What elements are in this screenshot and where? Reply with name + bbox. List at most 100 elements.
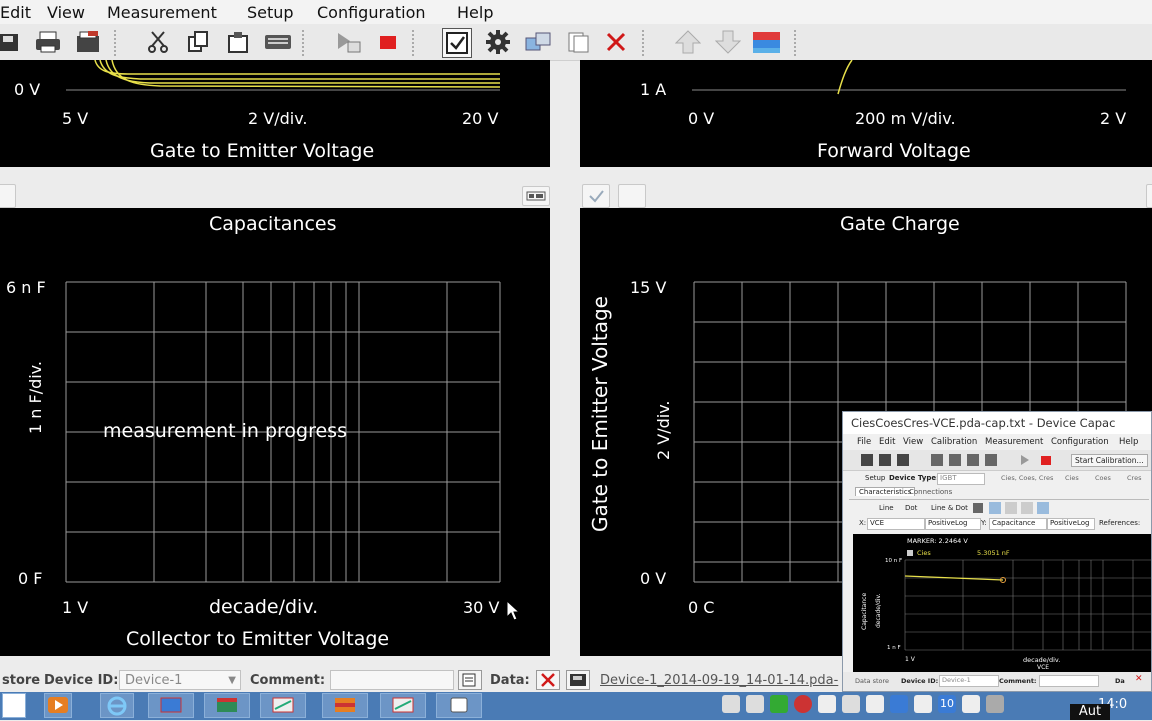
forward-y-tick: 1 A (640, 80, 667, 99)
gear-icon[interactable] (484, 28, 512, 56)
keyboard-icon[interactable] (264, 28, 292, 56)
capacitances-title: Capacitances (209, 213, 337, 235)
forward-x-scale: 200 m V/div. (855, 109, 956, 128)
tray-icon[interactable] (986, 695, 1004, 713)
tray-icon[interactable] (962, 695, 980, 713)
toolbar-grip[interactable] (302, 30, 312, 56)
document-icon[interactable] (564, 28, 592, 56)
cut-icon[interactable] (144, 28, 172, 56)
preview-y-scale: PositiveLog (1047, 518, 1095, 530)
menu-edit[interactable]: Edit (0, 3, 31, 22)
data-store-label: store (2, 673, 41, 688)
tray-icon[interactable] (890, 695, 908, 713)
panel-button[interactable] (0, 184, 16, 208)
save-data-icon[interactable] (566, 670, 590, 690)
toolbar-grip[interactable] (114, 30, 124, 56)
preview-statusbar: Data store Device ID: Device-1 Comment: … (843, 672, 1151, 691)
paste-icon[interactable] (224, 28, 252, 56)
forward-x-start: 0 V (688, 109, 715, 128)
capacitances-x-title: Collector to Emitter Voltage (126, 628, 390, 650)
panel-options-icon[interactable] (522, 186, 550, 206)
preview-device-type-value: IGBT (937, 473, 985, 485)
preview-setup-option-3: Coes (1095, 474, 1111, 482)
preview-chart: MARKER: 2.2464 V Cies 5.3051 nF 10 n F 1… (853, 534, 1151, 672)
checkbox-toggle-icon[interactable] (442, 28, 472, 58)
tray-icon[interactable] (770, 695, 788, 713)
preview-toolbar-icons (861, 454, 1029, 466)
tray-icon[interactable] (746, 695, 764, 713)
capacitances-x-scale: decade/div. (209, 596, 319, 618)
capacitances-y-bottom: 0 F (18, 569, 43, 588)
compare-icon[interactable] (524, 28, 552, 56)
gate-emitter-x-title: Gate to Emitter Voltage (150, 140, 375, 162)
toolbar-grip[interactable] (794, 30, 804, 56)
tray-icon[interactable] (818, 695, 836, 713)
media-player-icon[interactable] (44, 693, 72, 718)
tray-icon[interactable] (842, 695, 860, 713)
preview-menu-help: Help (1119, 437, 1139, 447)
preview-status-store: Data store (855, 677, 890, 685)
menu-configuration[interactable]: Configuration (317, 3, 426, 22)
run-icon[interactable] (334, 28, 362, 56)
preview-line-option-3: Line & Dot (931, 504, 968, 512)
measurement-progress-message: measurement in progress (103, 420, 347, 442)
taskbar-app-3[interactable] (260, 693, 306, 718)
capacitances-y-top: 6 n F (6, 278, 46, 297)
preview-start-calibration: Start Calibration... (1071, 454, 1148, 467)
preview-setup-row: Setup Device Type: IGBT Cies, Coes, Cres… (843, 472, 1151, 486)
clear-data-icon[interactable] (536, 670, 560, 690)
tray-icon[interactable] (914, 695, 932, 713)
data-file-link[interactable]: Device-1_2014-09-19_14-01-14.pda- (600, 673, 838, 688)
preview-device-type-label: Device Type: (889, 474, 939, 482)
device-id-select[interactable]: Device-1 ▼ (119, 670, 241, 690)
taskbar-app-5[interactable] (380, 693, 426, 718)
toolbar-grip[interactable] (412, 30, 422, 56)
copy-icon[interactable] (184, 28, 212, 56)
preview-menu-file: File (857, 437, 872, 447)
export-icon[interactable] (74, 28, 102, 56)
comment-label: Comment: (250, 673, 326, 688)
gate-charge-y-top: 15 V (630, 278, 667, 297)
tray-badge[interactable]: 10 (938, 695, 956, 713)
preview-option-icons (973, 502, 1049, 514)
taskbar-app-4[interactable] (322, 693, 368, 718)
tray-icon[interactable] (866, 695, 884, 713)
preview-window[interactable]: CiesCoesCres-VCE.pda-cap.txt - Device Ca… (842, 411, 1152, 692)
panel-button[interactable] (618, 184, 646, 208)
preview-setup-option-1: Cies, Coes, Cres (1001, 474, 1054, 482)
tray-icon[interactable] (794, 695, 812, 713)
toolbar-grip[interactable] (642, 30, 652, 56)
print-icon[interactable] (34, 28, 62, 56)
panel-check-icon[interactable] (582, 184, 610, 208)
menu-view[interactable]: View (47, 3, 85, 22)
panel-button[interactable] (1146, 184, 1152, 208)
preview-status-da: Da (1115, 677, 1125, 685)
save-icon[interactable] (0, 28, 20, 56)
forward-x-end: 2 V (1100, 109, 1127, 128)
arrow-up-icon[interactable] (674, 28, 702, 56)
tray-icon[interactable] (722, 695, 740, 713)
preview-close-icon: ✕ (1135, 674, 1143, 684)
taskbar-app-1[interactable] (148, 693, 194, 718)
preview-menu-calibration: Calibration (931, 437, 978, 447)
preview-setup-label: Setup (865, 474, 886, 482)
color-palette-icon[interactable] (752, 28, 780, 56)
preview-line-option-2: Dot (905, 504, 918, 512)
mouse-cursor-icon (506, 600, 521, 621)
arrow-down-icon[interactable] (714, 28, 742, 56)
delete-icon[interactable] (602, 28, 630, 56)
gate-emitter-x-scale: 2 V/div. (248, 109, 308, 128)
menu-setup[interactable]: Setup (247, 3, 294, 22)
taskbar-app-6[interactable] (436, 693, 482, 718)
menu-help[interactable]: Help (457, 3, 493, 22)
gate-emitter-x-start: 5 V (62, 109, 89, 128)
browser-icon[interactable] (100, 693, 134, 718)
comment-edit-icon[interactable] (458, 670, 482, 690)
stop-icon[interactable] (374, 28, 402, 56)
menu-measurement[interactable]: Measurement (107, 3, 217, 22)
start-button[interactable] (2, 693, 26, 718)
capacitances-x-start: 1 V (62, 598, 89, 617)
taskbar-app-2[interactable] (204, 693, 250, 718)
comment-field[interactable] (330, 670, 454, 690)
preview-menu: File Edit View Calibration Measurement C… (843, 436, 1151, 448)
